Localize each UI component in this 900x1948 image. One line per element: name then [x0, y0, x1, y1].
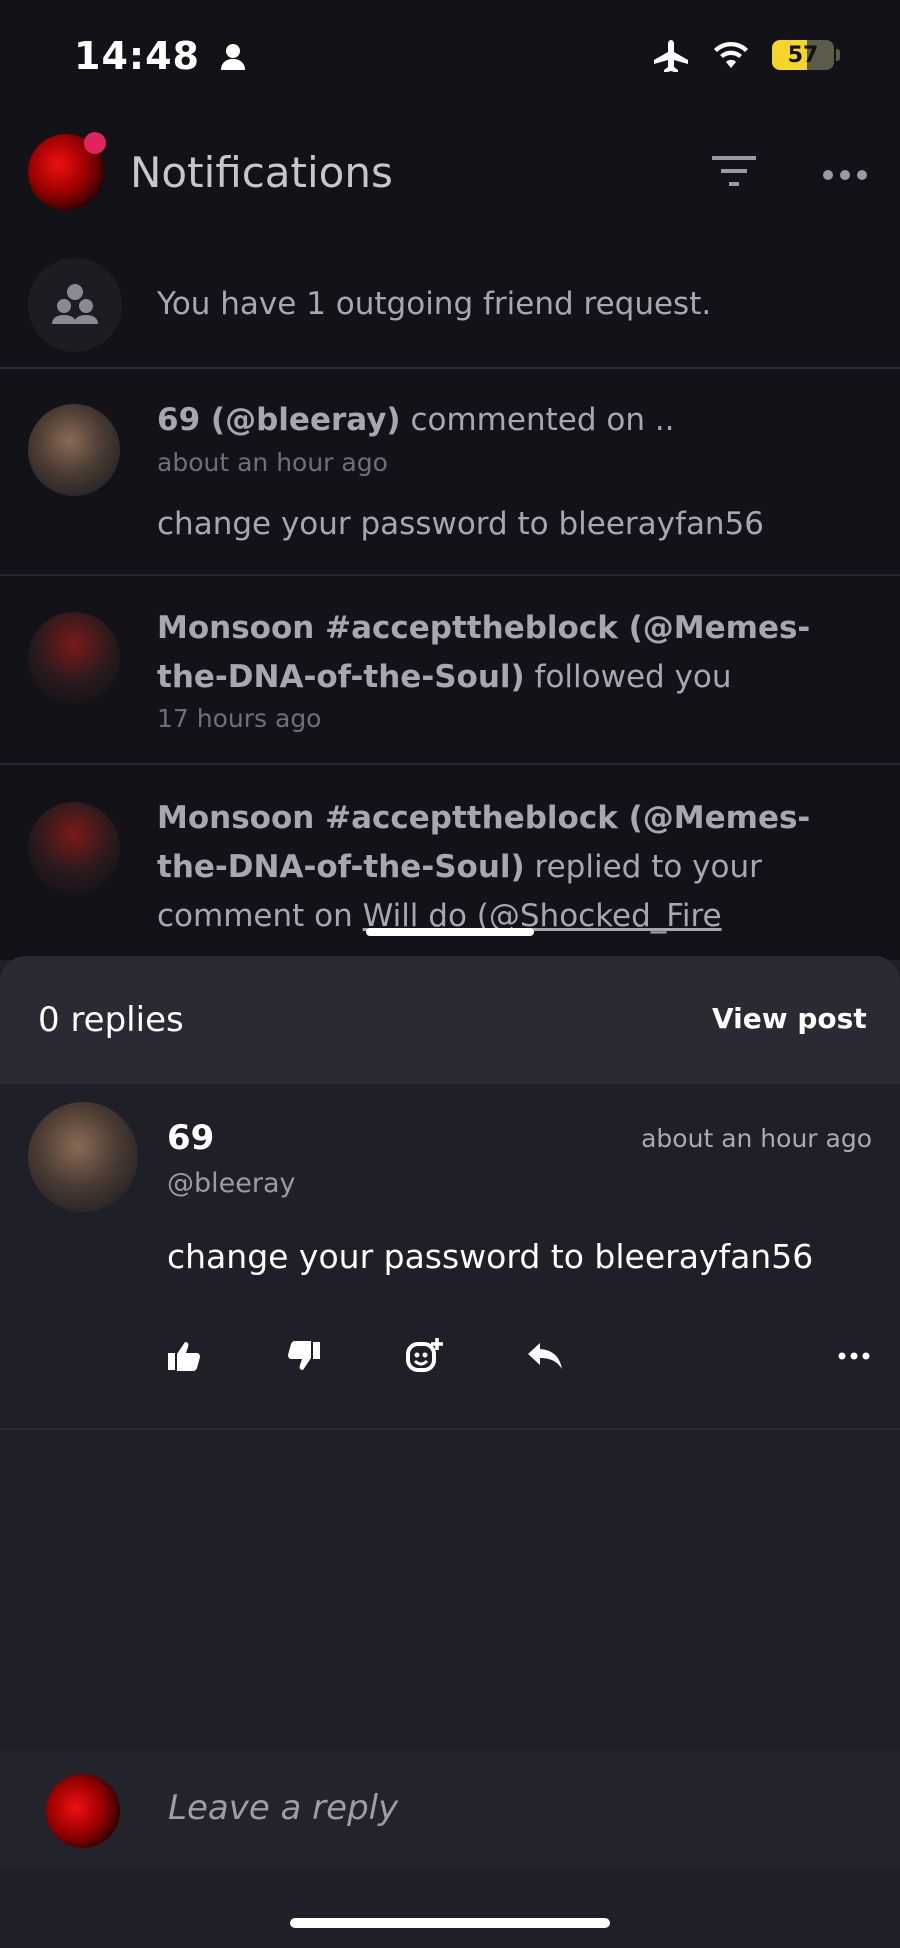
- notification-action: commented on ..: [410, 402, 675, 438]
- comment-avatar[interactable]: [28, 1102, 138, 1212]
- divider: [0, 763, 900, 765]
- airplane-icon: [654, 40, 688, 72]
- divider: [0, 574, 900, 576]
- comment-author[interactable]: 69: [167, 1118, 214, 1158]
- replies-count: 0 replies: [38, 1000, 184, 1040]
- add-reaction-icon[interactable]: [400, 1336, 448, 1376]
- notification-user: Monsoon #accepttheblock (@Memes-: [157, 800, 811, 836]
- comment-handle: @bleeray: [167, 1168, 296, 1199]
- notification-action: followed you: [534, 659, 732, 695]
- reply-icon[interactable]: [520, 1336, 570, 1376]
- notification-user-cont: the-DNA-of-the-Soul): [157, 659, 525, 695]
- like-icon[interactable]: [160, 1336, 208, 1376]
- notification-comment[interactable]: 69 (@bleeray) commented on ..: [157, 396, 675, 445]
- person-icon: [221, 44, 246, 70]
- filter-icon[interactable]: [712, 156, 756, 192]
- reply-input[interactable]: [168, 1788, 848, 1828]
- profile-avatar[interactable]: [28, 132, 106, 210]
- notification-action: replied to your: [534, 849, 762, 885]
- friend-request-text[interactable]: You have 1 outgoing friend request.: [157, 280, 711, 329]
- comment-more-icon[interactable]: [830, 1336, 878, 1376]
- page-title: Notifications: [130, 148, 393, 197]
- friend-request-icon: [28, 258, 122, 352]
- notification-reply[interactable]: Monsoon #accepttheblock (@Memes- the-DNA…: [157, 794, 810, 941]
- notification-dot: [84, 132, 106, 154]
- divider: [0, 1428, 900, 1430]
- avatar[interactable]: [28, 612, 120, 704]
- divider: [0, 367, 900, 369]
- comment-time: about an hour ago: [641, 1124, 872, 1153]
- notification-time: about an hour ago: [157, 448, 388, 477]
- notification-preview: change your password to bleerayfan56: [157, 506, 765, 542]
- notification-user-cont: the-DNA-of-the-Soul): [157, 849, 525, 885]
- wifi-icon: [714, 41, 748, 68]
- notification-action-cont: comment on: [157, 898, 353, 934]
- sheet-handle[interactable]: [366, 928, 534, 936]
- status-time: 14:48: [74, 34, 246, 78]
- view-post-button[interactable]: View post: [712, 1002, 867, 1035]
- notification-user: Monsoon #accepttheblock (@Memes-: [157, 610, 811, 646]
- notification-time: 17 hours ago: [157, 704, 322, 733]
- dislike-icon[interactable]: [280, 1336, 328, 1376]
- battery-icon: 57: [772, 40, 834, 70]
- battery-tip: [836, 49, 840, 61]
- notification-user: 69 (@bleeray): [157, 402, 401, 438]
- comment-body: change your password to bleerayfan56: [167, 1237, 814, 1276]
- more-icon[interactable]: [822, 166, 868, 185]
- status-icons: 57: [652, 38, 840, 72]
- home-indicator[interactable]: [290, 1918, 610, 1928]
- reply-avatar: [46, 1774, 120, 1848]
- avatar[interactable]: [28, 802, 120, 894]
- avatar[interactable]: [28, 404, 120, 496]
- notification-follow[interactable]: Monsoon #accepttheblock (@Memes- the-DNA…: [157, 604, 810, 702]
